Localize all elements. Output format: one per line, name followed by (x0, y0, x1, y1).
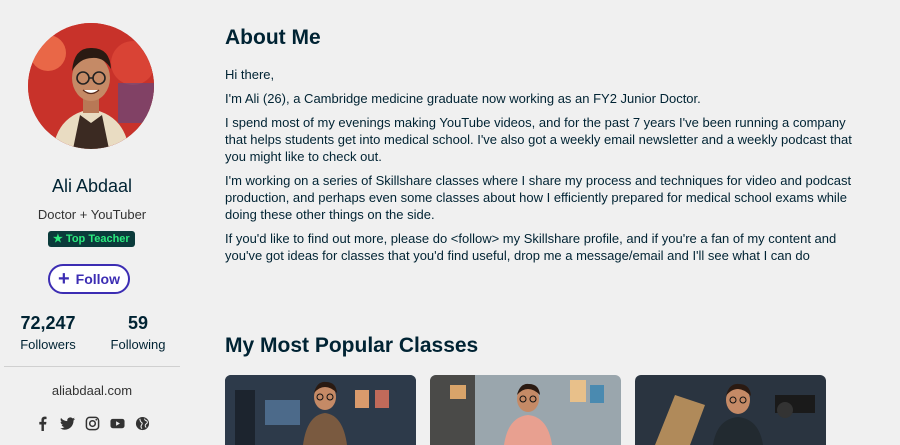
top-teacher-badge: ★ Top Teacher (48, 231, 135, 247)
about-paragraph: I'm Ali (26), a Cambridge medicine gradu… (225, 91, 701, 106)
profile-name: Ali Abdaal (51, 176, 133, 196)
popular-classes-heading: My Most Popular Classes (225, 334, 479, 357)
profile-role: Doctor + YouTuber (37, 207, 147, 222)
about-heading: About Me (225, 26, 321, 49)
about-paragraph: If you'd like to find out more, please d… (225, 231, 837, 263)
following-count: 59 (127, 313, 149, 333)
class-cards (225, 375, 826, 445)
youtube-icon[interactable] (109, 415, 125, 431)
followers-stat[interactable]: 72,247 Followers (14, 313, 82, 352)
class-card[interactable] (430, 375, 621, 445)
instagram-icon[interactable] (84, 415, 100, 431)
about-text: Hi there, I'm Ali (26), a Cambridge medi… (225, 66, 865, 271)
twitter-icon[interactable] (59, 415, 75, 431)
followers-label: Followers (20, 337, 76, 352)
social-links (34, 415, 150, 431)
following-label: Following (110, 337, 166, 352)
about-paragraph: I'm working on a series of Skillshare cl… (225, 173, 852, 222)
avatar[interactable] (28, 23, 154, 149)
sidebar-divider (4, 366, 180, 367)
following-stat[interactable]: 59 Following (104, 313, 172, 352)
about-paragraph: I spend most of my evenings making YouTu… (225, 115, 852, 164)
follow-button-label: Follow (75, 271, 120, 287)
plus-icon: + (57, 268, 70, 290)
about-paragraph: Hi there, (225, 67, 275, 82)
class-card[interactable] (225, 375, 416, 445)
class-card[interactable] (635, 375, 826, 445)
followers-count: 72,247 (20, 313, 76, 333)
globe-icon[interactable] (134, 415, 150, 431)
follow-button[interactable]: + Follow (48, 264, 130, 294)
website-link[interactable]: aliabdaal.com (0, 383, 184, 398)
profile-sidebar: Ali Abdaal Doctor + YouTuber ★ Top Teach… (0, 0, 184, 436)
facebook-icon[interactable] (34, 415, 50, 431)
